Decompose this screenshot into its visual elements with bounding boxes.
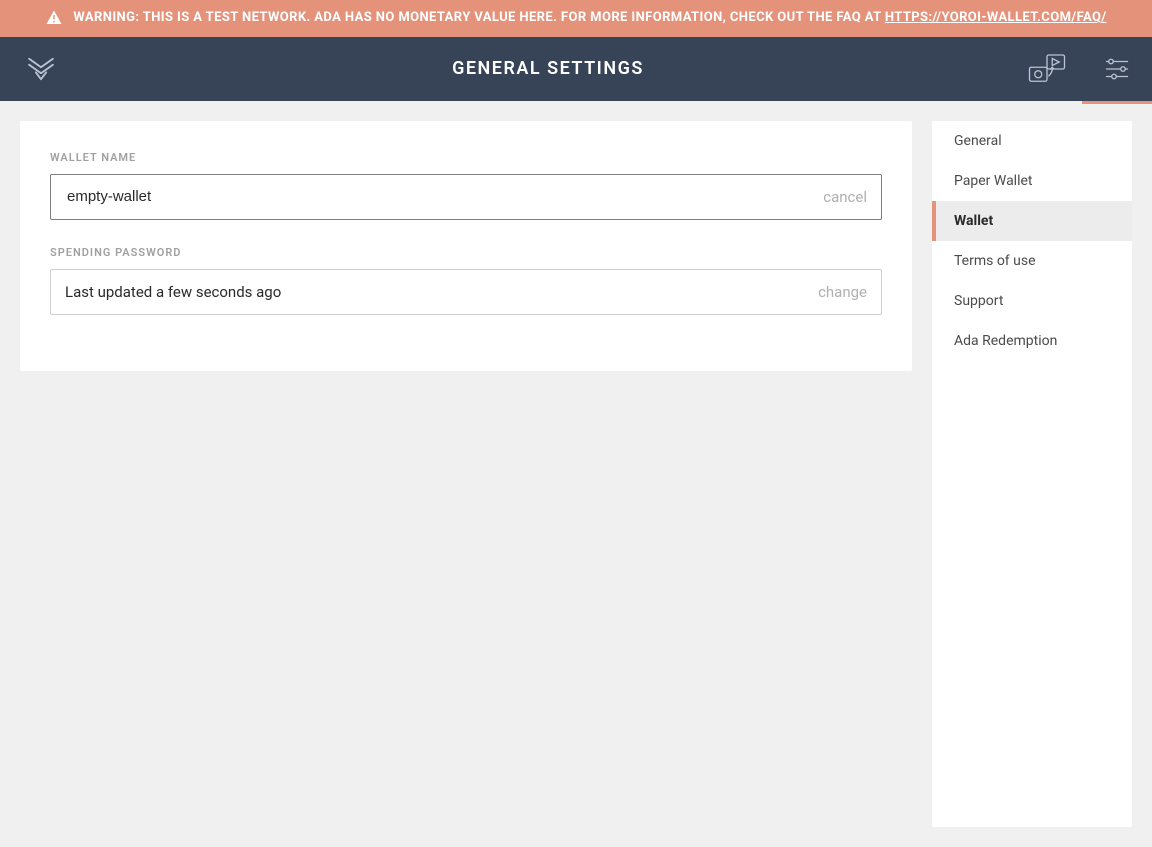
page-title: GENERAL SETTINGS — [84, 37, 1012, 101]
spending-password-label: SPENDING PASSWORD — [50, 246, 882, 259]
sidebar-item-paper-wallet[interactable]: Paper Wallet — [932, 161, 1132, 201]
wallet-name-box: cancel — [50, 174, 882, 220]
spending-password-box: Last updated a few seconds ago change — [50, 269, 882, 315]
sidebar-item-support[interactable]: Support — [932, 281, 1132, 321]
sidebar-item-wallet[interactable]: Wallet — [932, 201, 1132, 241]
main-content: WALLET NAME cancel SPENDING PASSWORD Las… — [0, 101, 1152, 847]
sidebar-item-label: General — [954, 133, 1002, 149]
sidebar-item-terms-of-use[interactable]: Terms of use — [932, 241, 1132, 281]
sidebar-item-label: Paper Wallet — [954, 173, 1033, 189]
warning-icon — [45, 9, 63, 27]
warning-text: WARNING: THIS IS A TEST NETWORK. ADA HAS… — [73, 8, 1106, 29]
sidebar-item-general[interactable]: General — [932, 121, 1132, 161]
spending-password-field-group: SPENDING PASSWORD Last updated a few sec… — [50, 246, 882, 315]
spending-password-status: Last updated a few seconds ago — [65, 283, 818, 301]
sidebar-item-label: Support — [954, 293, 1003, 309]
sidebar-item-label: Wallet — [954, 213, 993, 229]
wallet-name-cancel-button[interactable]: cancel — [823, 188, 867, 206]
sidebar-item-label: Ada Redemption — [954, 333, 1057, 349]
settings-sidebar: General Paper Wallet Wallet Terms of use… — [932, 121, 1132, 827]
wallet-name-field-group: WALLET NAME cancel — [50, 151, 882, 220]
settings-button[interactable] — [1082, 37, 1152, 101]
sidebar-item-label: Terms of use — [954, 253, 1036, 269]
spending-password-change-button[interactable]: change — [818, 283, 867, 301]
app-header: GENERAL SETTINGS — [0, 37, 1152, 101]
warning-banner: WARNING: THIS IS A TEST NETWORK. ADA HAS… — [0, 0, 1152, 37]
header-actions — [1012, 37, 1152, 101]
wallet-name-label: WALLET NAME — [50, 151, 882, 164]
logo[interactable] — [24, 37, 84, 101]
sidebar-item-ada-redemption[interactable]: Ada Redemption — [932, 321, 1132, 361]
faq-link[interactable]: HTTPS://YOROI-WALLET.COM/FAQ/ — [885, 10, 1107, 25]
daedalus-transfer-button[interactable] — [1012, 37, 1082, 101]
wallet-name-input[interactable] — [65, 187, 823, 206]
settings-card: WALLET NAME cancel SPENDING PASSWORD Las… — [20, 121, 912, 371]
